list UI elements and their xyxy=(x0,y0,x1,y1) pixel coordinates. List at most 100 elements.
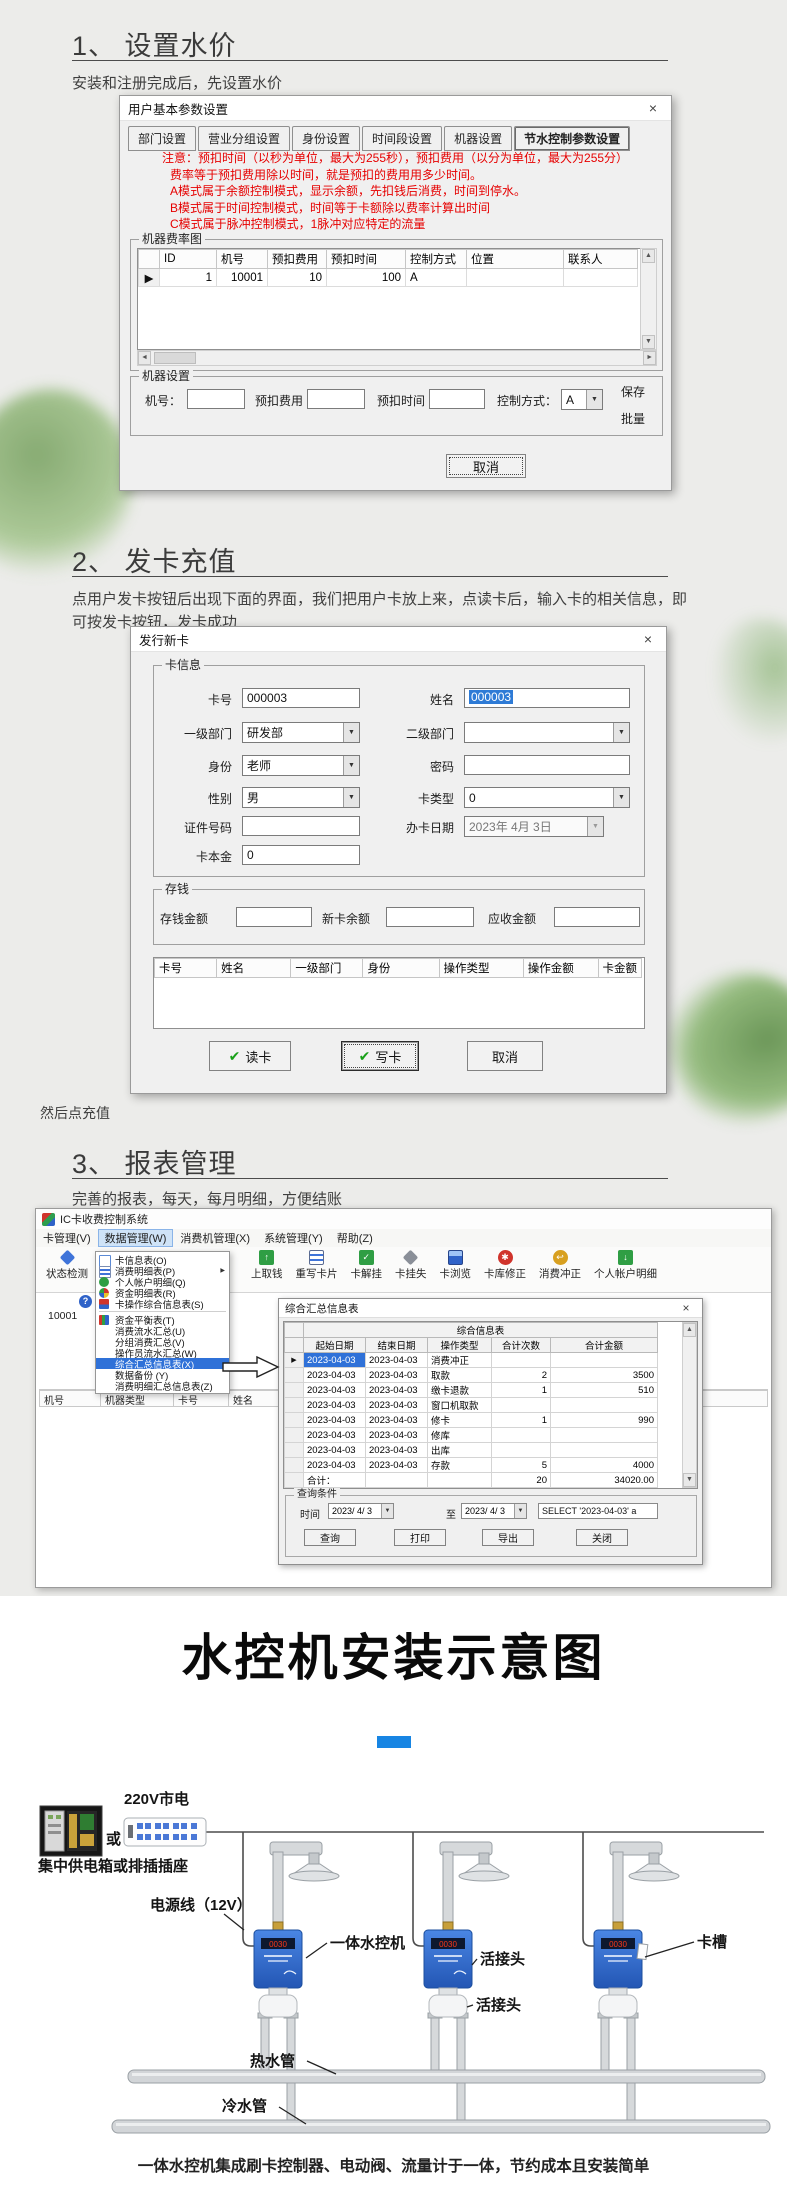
table-row[interactable]: 2023-04-03 2023-04-03 取款 2 3500 xyxy=(285,1368,658,1383)
chevron-down-icon[interactable]: ▼ xyxy=(514,1504,526,1518)
card-type-select[interactable]: 0▼ xyxy=(464,787,630,808)
close-icon[interactable]: × xyxy=(638,631,658,647)
toolbar-unhang-card[interactable]: ✓ 卡解挂 xyxy=(351,1250,383,1281)
col-dept1[interactable]: 一级部门 xyxy=(291,959,363,978)
pre-fee-input[interactable] xyxy=(307,389,365,409)
col-op-type[interactable]: 操作类型 xyxy=(439,959,523,978)
table-row[interactable]: 2023-04-03 2023-04-03 修库 xyxy=(285,1428,658,1443)
deposit-amount-input[interactable] xyxy=(236,907,312,927)
cancel-button[interactable]: 取消 xyxy=(467,1041,543,1071)
date-to-picker[interactable]: 2023/ 4/ 3▼ xyxy=(461,1503,527,1519)
print-button[interactable]: 打印 xyxy=(394,1529,446,1546)
scroll-down-icon[interactable]: ▼ xyxy=(642,335,655,349)
scroll-left-icon[interactable]: ◄ xyxy=(138,351,151,365)
receivable-input[interactable] xyxy=(554,907,640,927)
col-op-type[interactable]: 操作类型 xyxy=(428,1338,492,1353)
tab-business-group[interactable]: 营业分组设置 xyxy=(198,126,290,151)
col-machine-no[interactable]: 机号 xyxy=(39,1390,101,1407)
scroll-up-icon[interactable]: ▲ xyxy=(642,249,655,263)
save-button[interactable]: 保存 xyxy=(621,383,645,400)
table-row[interactable]: 2023-04-03 2023-04-03 缴卡退款 1 510 xyxy=(285,1383,658,1398)
chevron-down-icon[interactable]: ▼ xyxy=(586,390,602,409)
col-end-date[interactable]: 结束日期 xyxy=(366,1338,428,1353)
tab-time-period[interactable]: 时间段设置 xyxy=(362,126,442,151)
toolbar-card-fix[interactable]: ✱ 卡库修正 xyxy=(484,1250,526,1281)
col-op-amount[interactable]: 操作金额 xyxy=(523,959,598,978)
close-icon[interactable]: × xyxy=(676,1301,696,1315)
col-total-amount[interactable]: 合计金额 xyxy=(551,1338,658,1353)
menu-item-consume-summary[interactable]: 消费明细汇总信息表(Z) xyxy=(96,1380,229,1391)
tab-department[interactable]: 部门设置 xyxy=(128,126,196,151)
horizontal-scrollbar[interactable]: ◄ ► xyxy=(137,350,657,366)
col-total-count[interactable]: 合计次数 xyxy=(492,1338,551,1353)
menu-help[interactable]: 帮助(Z) xyxy=(330,1229,380,1247)
write-card-button[interactable]: ✔ 写卡 xyxy=(341,1041,419,1071)
machine-no-input[interactable] xyxy=(187,389,245,409)
table-row[interactable]: 2023-04-03 2023-04-03 存款 5 4000 xyxy=(285,1458,658,1473)
table-row[interactable]: ▶ 1 10001 10 100 A xyxy=(139,269,638,287)
date-from-picker[interactable]: 2023/ 4/ 3▼ xyxy=(328,1503,394,1519)
gender-select[interactable]: 男▼ xyxy=(242,787,360,808)
col-contact[interactable]: 联系人 xyxy=(564,250,638,269)
table-row-total[interactable]: 合计： 20 34020.00 xyxy=(285,1473,658,1488)
col-card-no[interactable]: 卡号 xyxy=(155,959,217,978)
sql-input[interactable]: SELECT '2023-04-03' a xyxy=(538,1503,658,1519)
col-card-amount[interactable]: 卡金额 xyxy=(598,959,642,978)
tab-water-saving-params[interactable]: 节水控制参数设置 xyxy=(514,126,630,151)
toolbar-status-check[interactable]: 状态检测 xyxy=(46,1250,88,1281)
export-button[interactable]: 导出 xyxy=(482,1529,534,1546)
scroll-right-icon[interactable]: ► xyxy=(643,351,656,365)
toolbar-browse-card[interactable]: 卡浏览 xyxy=(440,1250,472,1281)
tab-machine[interactable]: 机器设置 xyxy=(444,126,512,151)
chevron-down-icon[interactable]: ▼ xyxy=(343,756,359,775)
col-identity[interactable]: 身份 xyxy=(363,959,439,978)
password-input[interactable] xyxy=(464,755,630,775)
col-location[interactable]: 位置 xyxy=(467,250,564,269)
dept2-select[interactable]: ▼ xyxy=(464,722,630,743)
close-button[interactable]: 关闭 xyxy=(576,1529,628,1546)
table-row[interactable]: 2023-04-03 2023-04-03 窗口机取款 xyxy=(285,1398,658,1413)
cancel-button[interactable]: 取消 xyxy=(446,454,526,478)
col-pre-time[interactable]: 预扣时间 xyxy=(327,250,406,269)
col-machine-no[interactable]: 机号 xyxy=(217,250,268,269)
chevron-down-icon[interactable]: ▼ xyxy=(613,788,629,807)
control-mode-select[interactable]: A ▼ xyxy=(561,389,603,410)
menu-system-management[interactable]: 系统管理(Y) xyxy=(257,1229,330,1247)
card-no-input[interactable] xyxy=(242,688,360,708)
toolbar-withdraw[interactable]: ↑ 上取钱 xyxy=(251,1250,283,1281)
menu-card-management[interactable]: 卡管理(V) xyxy=(36,1229,98,1247)
toolbar-report-lost[interactable]: 卡挂失 xyxy=(395,1250,427,1281)
read-card-button[interactable]: ✔ 读卡 xyxy=(209,1041,291,1071)
scroll-thumb[interactable] xyxy=(154,352,196,364)
pre-time-input[interactable] xyxy=(429,389,485,409)
vertical-scrollbar[interactable]: ▲ ▼ xyxy=(640,248,657,350)
chevron-down-icon[interactable]: ▼ xyxy=(343,723,359,742)
issue-date-picker[interactable]: 2023年 4月 3日▼ xyxy=(464,816,604,837)
chevron-down-icon[interactable]: ▼ xyxy=(381,1504,393,1518)
new-balance-input[interactable] xyxy=(386,907,474,927)
scroll-down-icon[interactable]: ▼ xyxy=(683,1473,696,1487)
menu-item-card-op-summary[interactable]: 卡操作综合信息表(S) xyxy=(96,1298,229,1309)
table-row[interactable]: 2023-04-03 2023-04-03 出库 xyxy=(285,1443,658,1458)
chevron-down-icon[interactable]: ▼ xyxy=(587,817,603,836)
vertical-scrollbar[interactable]: ▲ ▼ xyxy=(682,1322,697,1488)
toolbar-rewrite-card[interactable]: 重写卡片 xyxy=(296,1250,338,1281)
col-start-date[interactable]: 起始日期 xyxy=(304,1338,366,1353)
menu-machine-management[interactable]: 消费机管理(X) xyxy=(173,1229,257,1247)
id-no-input[interactable] xyxy=(242,816,360,836)
table-row[interactable]: ▶ 2023-04-03 2023-04-03 消费冲正 xyxy=(285,1353,658,1368)
dept1-select[interactable]: 研发部▼ xyxy=(242,722,360,743)
menu-data-management[interactable]: 数据管理(W) xyxy=(98,1229,174,1247)
col-id[interactable]: ID xyxy=(160,250,217,269)
chevron-down-icon[interactable]: ▼ xyxy=(613,723,629,742)
scroll-up-icon[interactable]: ▲ xyxy=(683,1323,696,1337)
chevron-down-icon[interactable]: ▼ xyxy=(343,788,359,807)
col-pre-fee[interactable]: 预扣费用 xyxy=(268,250,327,269)
tab-identity[interactable]: 身份设置 xyxy=(292,126,360,151)
query-button[interactable]: 查询 xyxy=(304,1529,356,1546)
table-row[interactable]: 2023-04-03 2023-04-03 修卡 1 990 xyxy=(285,1413,658,1428)
col-control-mode[interactable]: 控制方式 xyxy=(406,250,467,269)
toolbar-personal-detail[interactable]: ↓ 个人帐户明细 xyxy=(594,1250,657,1281)
tree-node-machine[interactable]: 10001 xyxy=(48,1310,77,1322)
toolbar-reversal[interactable]: ↩ 消费冲正 xyxy=(539,1250,581,1281)
